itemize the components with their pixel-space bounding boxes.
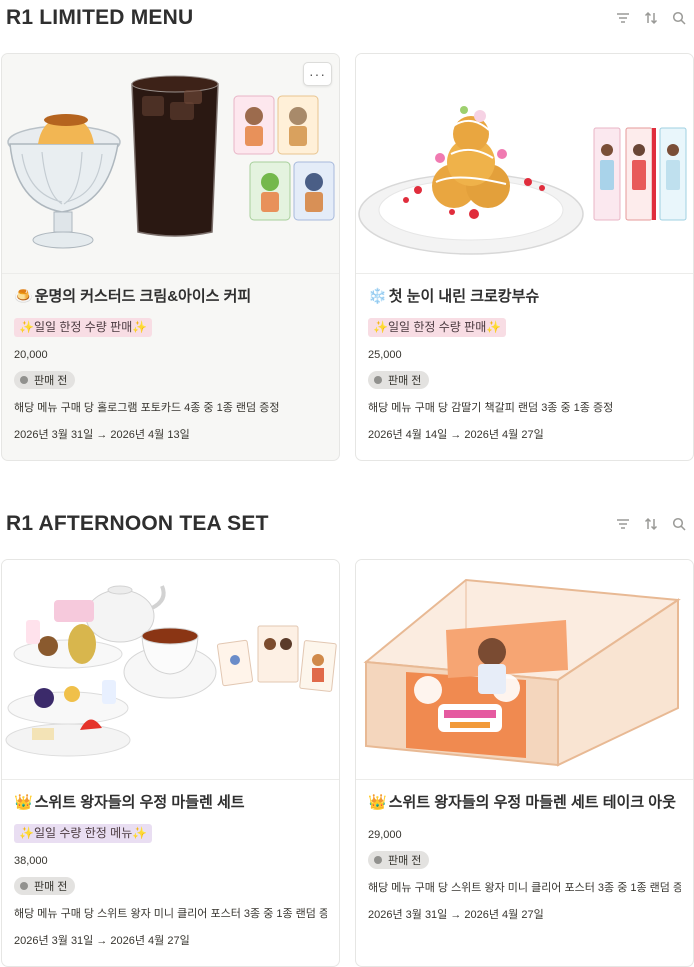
card-title: 🍮 운명의 커스터드 크림&아이스 커피 xyxy=(14,285,327,306)
description: 해당 메뉴 구매 당 스위트 왕자 미니 클리어 포스터 3종 중 1종 랜덤 … xyxy=(368,882,681,894)
card-title: 👑 스위트 왕자들의 우정 마들렌 세트 테이크 아웃 xyxy=(368,791,681,812)
menu-card[interactable]: ❄️ 첫 눈이 내린 크로캉부슈 ✨일일 한정 수량 판매✨ 25,000 판매 … xyxy=(355,53,694,461)
card-body: ❄️ 첫 눈이 내린 크로캉부슈 ✨일일 한정 수량 판매✨ 25,000 판매 … xyxy=(356,285,693,442)
section-title: R1 AFTERNOON TEA SET xyxy=(6,512,269,535)
status-dot-icon xyxy=(374,856,382,864)
section-toolbar xyxy=(614,515,688,533)
croquembouche-illustration xyxy=(358,106,687,255)
status-badge: 판매 전 xyxy=(368,851,430,869)
section-toolbar xyxy=(614,9,688,27)
status-label: 판매 전 xyxy=(34,375,68,387)
card-body: 👑 스위트 왕자들의 우정 마들렌 세트 테이크 아웃 29,000 판매 전 해… xyxy=(356,791,693,922)
takeout-box-illustration xyxy=(363,578,681,767)
date-range: 2026년 3월 31일 → 2026년 4월 13일 xyxy=(14,429,190,441)
section-afternoon-tea: R1 AFTERNOON TEA SET xyxy=(0,506,694,546)
card-title-text: 스위트 왕자들의 우정 마들렌 세트 xyxy=(34,794,245,811)
card-title: ❄️ 첫 눈이 내린 크로캉부슈 xyxy=(368,285,681,306)
search-icon[interactable] xyxy=(670,9,688,27)
filter-icon[interactable] xyxy=(614,515,632,533)
status-badge: 판매 전 xyxy=(14,371,76,389)
limited-tag: ✨일일 한정 수량 판매✨ xyxy=(14,318,153,337)
menu-card[interactable]: 👑 스위트 왕자들의 우정 마들렌 세트 ✨일일 수량 한정 메뉴✨ 38,000… xyxy=(1,559,340,967)
menu-card[interactable]: ··· 🍮 운명의 커스터드 크림&아이스 커피 ✨일일 한정 수량 판매✨ 20… xyxy=(1,53,340,461)
card-body: 👑 스위트 왕자들의 우정 마들렌 세트 ✨일일 수량 한정 메뉴✨ 38,000… xyxy=(2,791,339,948)
sort-icon[interactable] xyxy=(642,9,660,27)
section-limited-menu: R1 LIMITED MENU xyxy=(0,0,694,40)
card-body: 🍮 운명의 커스터드 크림&아이스 커피 ✨일일 한정 수량 판매✨ 20,000… xyxy=(2,285,339,442)
price: 20,000 xyxy=(14,349,48,361)
search-icon[interactable] xyxy=(670,515,688,533)
card-cover-image xyxy=(356,54,693,274)
status-dot-icon xyxy=(20,376,28,384)
pudding-emoji-icon: 🍮 xyxy=(14,288,33,305)
snowflake-emoji-icon: ❄️ xyxy=(368,288,387,305)
description: 해당 메뉴 구매 당 감딸기 책갈피 랜덤 3종 중 1종 증정 xyxy=(368,402,614,414)
price: 38,000 xyxy=(14,855,48,867)
status-badge: 판매 전 xyxy=(368,371,430,389)
status-label: 판매 전 xyxy=(388,855,422,867)
date-range: 2026년 4월 14일 → 2026년 4월 27일 xyxy=(368,429,544,441)
limited-tag: ✨일일 한정 수량 판매✨ xyxy=(368,318,507,337)
card-cover-image: ··· xyxy=(2,54,339,274)
card-title: 👑 스위트 왕자들의 우정 마들렌 세트 xyxy=(14,791,327,812)
section-header: R1 LIMITED MENU xyxy=(0,0,694,40)
status-dot-icon xyxy=(20,882,28,890)
card-title-text: 스위트 왕자들의 우정 마들렌 세트 테이크 아웃 xyxy=(388,794,676,811)
date-range: 2026년 3월 31일 → 2026년 4월 27일 xyxy=(368,909,544,921)
card-title-text: 첫 눈이 내린 크로캉부슈 xyxy=(388,288,540,305)
more-options-button[interactable]: ··· xyxy=(303,62,332,86)
filter-icon[interactable] xyxy=(614,9,632,27)
description: 해당 메뉴 구매 당 홀로그램 포토카드 4종 중 1종 랜덤 증정 xyxy=(14,402,280,414)
crown-emoji-icon: 👑 xyxy=(368,794,387,811)
pudding-coffee-illustration xyxy=(7,75,335,249)
card-cover-image xyxy=(356,560,693,780)
status-label: 판매 전 xyxy=(34,881,68,893)
card-title-text: 운명의 커스터드 크림&아이스 커피 xyxy=(34,288,252,305)
date-range: 2026년 3월 31일 → 2026년 4월 27일 xyxy=(14,935,190,947)
description: 해당 메뉴 구매 당 스위트 왕자 미니 클리어 포스터 3종 중 1종 랜덤 … xyxy=(14,908,327,920)
status-dot-icon xyxy=(374,376,382,384)
card-cover-image xyxy=(2,560,339,780)
status-badge: 판매 전 xyxy=(14,877,76,895)
section-title: R1 LIMITED MENU xyxy=(6,6,194,29)
tea-set-illustration xyxy=(5,585,337,757)
limited-tag: ✨일일 수량 한정 메뉴✨ xyxy=(14,824,153,843)
price: 25,000 xyxy=(368,349,402,361)
sort-icon[interactable] xyxy=(642,515,660,533)
section-header: R1 AFTERNOON TEA SET xyxy=(0,506,694,546)
price: 29,000 xyxy=(368,829,402,841)
menu-card[interactable]: 👑 스위트 왕자들의 우정 마들렌 세트 테이크 아웃 29,000 판매 전 해… xyxy=(355,559,694,967)
status-label: 판매 전 xyxy=(388,375,422,387)
crown-emoji-icon: 👑 xyxy=(14,794,33,811)
